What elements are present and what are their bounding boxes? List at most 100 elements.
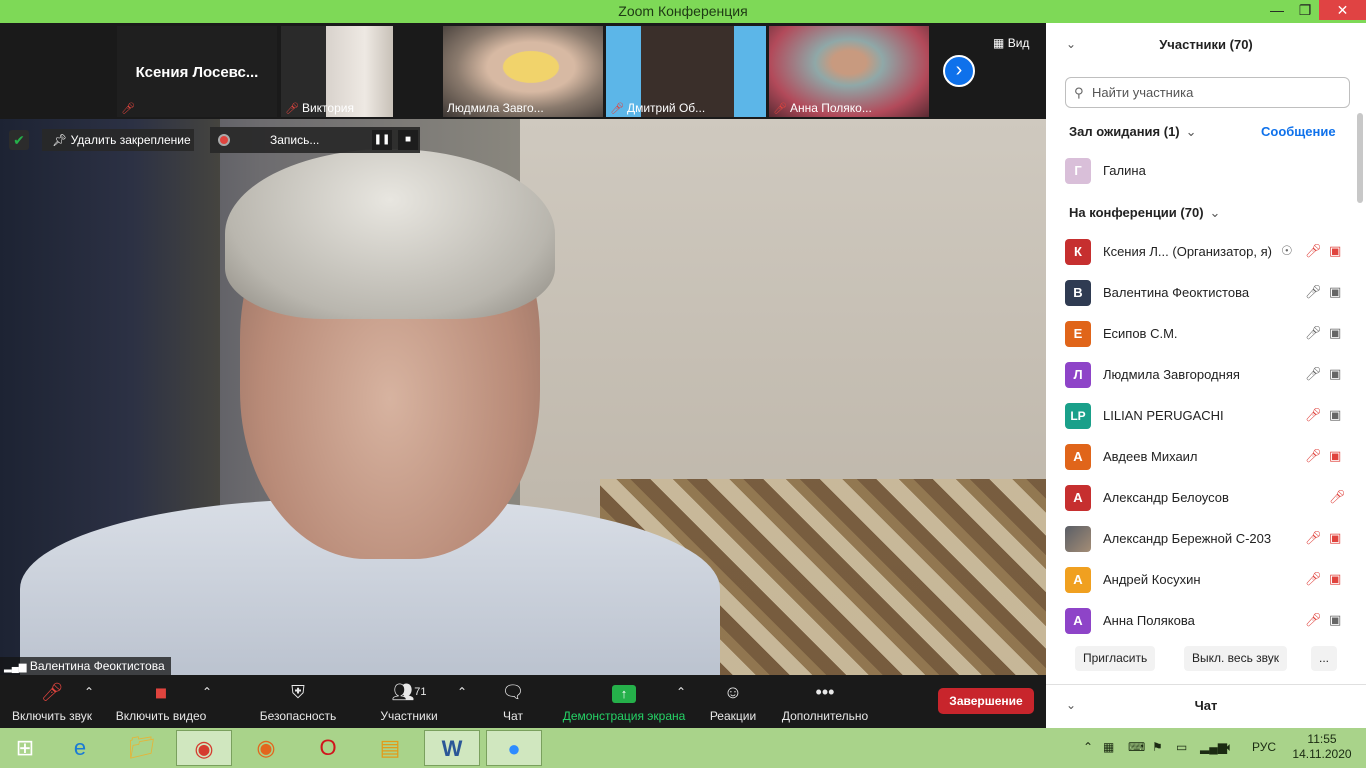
mic-muted-icon[interactable]: 🎤︎	[1329, 489, 1346, 505]
avatar: Е	[1065, 321, 1091, 347]
video-icon[interactable]: ▣	[1329, 612, 1341, 628]
participant-row[interactable]: LP LILIAN PERUGACHI 🎤︎ ▣	[1065, 403, 1350, 429]
view-button[interactable]: ▦ Вид	[993, 36, 1029, 50]
mic-muted-icon[interactable]: 🎤︎	[1305, 448, 1322, 464]
tray-expand-icon[interactable]: ⌃	[1083, 740, 1093, 754]
message-waiting-link[interactable]: Сообщение	[1261, 124, 1336, 139]
participant-name: Андрей Косухин	[1103, 572, 1201, 587]
volume-icon[interactable]: 🔈︎	[1226, 740, 1233, 755]
video-thumbnail[interactable]: 🎤︎ Виктория	[281, 26, 393, 117]
file-explorer-icon[interactable]: 📁︎	[114, 730, 170, 766]
mic-icon[interactable]: 🎤︎	[1305, 366, 1322, 382]
participant-row[interactable]: А Анна Полякова 🎤︎ ▣	[1065, 608, 1350, 634]
waiting-list-item[interactable]: Г Галина	[1065, 158, 1350, 184]
security-button[interactable]: ⛨ Безопасность	[258, 681, 338, 723]
network-icon[interactable]: ▂▄▆	[1200, 740, 1227, 754]
participants-button[interactable]: 👥︎71 Участники	[378, 681, 440, 723]
video-thumbnail[interactable]: 🎤︎ Дмитрий Об...	[606, 26, 766, 117]
system-clock[interactable]: 11:55 14.11.2020	[1290, 732, 1354, 762]
mic-muted-icon[interactable]: 🎤︎	[1305, 243, 1322, 259]
mic-muted-icon[interactable]: 🎤︎	[1305, 530, 1322, 546]
participant-row[interactable]: А Андрей Косухин 🎤︎ ▣	[1065, 567, 1350, 593]
host-icon: ☉	[1281, 243, 1293, 258]
mic-icon[interactable]: 🎤︎	[1305, 325, 1322, 341]
word-icon[interactable]: W	[424, 730, 480, 766]
language-indicator[interactable]: РУС	[1252, 740, 1276, 754]
minimize-button[interactable]: —	[1263, 0, 1291, 20]
video-thumbnail[interactable]: 🎤︎ Анна Поляко...	[769, 26, 929, 117]
archive-app-icon[interactable]: ▤	[362, 730, 418, 766]
participant-row[interactable]: А Авдеев Михаил 🎤︎ ▣	[1065, 444, 1350, 470]
participants-options-caret[interactable]: ⌃	[457, 685, 467, 699]
participant-row[interactable]: Е Есипов С.М. 🎤︎ ▣	[1065, 321, 1350, 347]
panel-more-button[interactable]: ...	[1311, 646, 1338, 671]
stop-recording-button[interactable]: ■	[398, 130, 418, 150]
mute-all-button[interactable]: Выкл. весь звук	[1184, 646, 1288, 671]
close-button[interactable]: ✕	[1319, 0, 1366, 20]
chat-button[interactable]: 🗨︎ Чат	[498, 681, 528, 723]
participant-name: Валентина Феоктистова	[1103, 285, 1250, 300]
video-off-icon[interactable]: ▣	[1329, 571, 1341, 587]
windows-logo-icon: ⊞	[15, 735, 35, 760]
recording-label: Запись...	[270, 133, 320, 147]
chrome-icon[interactable]: ◉	[176, 730, 232, 766]
participant-row[interactable]: А Александр Белоусов 🎤︎	[1065, 485, 1350, 511]
video-off-icon[interactable]: ▣	[1329, 448, 1341, 464]
battery-icon[interactable]: ▭	[1176, 740, 1187, 754]
participant-name: Авдеев Михаил	[1103, 449, 1198, 464]
video-thumbnail[interactable]: Людмила Завго...	[443, 26, 603, 117]
zoom-icon[interactable]: ●	[486, 730, 542, 766]
mic-muted-icon: 🎤︎	[285, 103, 299, 115]
panel-scrollbar[interactable]	[1357, 113, 1363, 203]
encryption-shield-icon[interactable]: ✔	[9, 130, 29, 150]
recording-indicator: Запись... ❚❚ ■	[210, 127, 420, 153]
video-off-icon[interactable]: ▣	[1329, 243, 1341, 259]
more-button[interactable]: ••• Дополнительно	[780, 681, 870, 723]
internet-explorer-icon[interactable]: e	[52, 730, 108, 766]
window-titlebar: Zoom Конференция — ❐ ✕	[0, 0, 1366, 23]
participant-row[interactable]: В Валентина Феоктистова 🎤︎ ▣	[1065, 280, 1350, 306]
next-page-button[interactable]: ›	[943, 55, 975, 87]
maximize-button[interactable]: ❐	[1291, 0, 1319, 20]
avatar: Г	[1065, 158, 1091, 184]
pause-recording-button[interactable]: ❚❚	[372, 130, 392, 150]
invite-button[interactable]: Пригласить	[1075, 646, 1156, 671]
unpin-button[interactable]: 📌︎ Удалить закрепление	[42, 129, 194, 151]
end-meeting-button[interactable]: Завершение	[938, 688, 1034, 714]
participant-row[interactable]: Александр Бережной С-203 🎤︎ ▣	[1065, 526, 1350, 552]
thumbnail-name-center: Ксения Лосевс...	[135, 64, 259, 81]
video-thumbnail[interactable]: Ксения Лосевс... 🎤︎	[117, 26, 277, 117]
start-button[interactable]: ⊞	[0, 730, 50, 766]
audio-options-caret[interactable]: ⌃	[84, 685, 94, 699]
mic-muted-icon[interactable]: 🎤︎	[1305, 571, 1322, 587]
participant-row[interactable]: Л Людмила Завгородняя 🎤︎ ▣	[1065, 362, 1350, 388]
participant-row[interactable]: К Ксения Л... (Организатор, я) ☉ 🎤︎ ▣	[1065, 239, 1350, 265]
share-screen-button[interactable]: ↑ Демонстрация экрана	[560, 681, 688, 723]
video-off-icon[interactable]: ▣	[1329, 530, 1341, 546]
in-meeting-header[interactable]: На конференции (70) ⌄	[1069, 205, 1220, 221]
opera-icon[interactable]: O	[300, 730, 356, 766]
mic-icon[interactable]: 🎤︎	[1305, 284, 1322, 300]
more-dots-icon: •••	[815, 682, 835, 702]
search-input[interactable]: ⚲ Найти участника	[1065, 77, 1350, 108]
video-icon[interactable]: ▣	[1329, 284, 1341, 300]
mic-muted-icon[interactable]: 🎤︎	[1305, 612, 1322, 628]
avatar: А	[1065, 444, 1091, 470]
thumbnail-name: 🎤︎	[121, 101, 273, 115]
flag-icon[interactable]: ⚑	[1152, 740, 1163, 754]
video-icon[interactable]: ▣	[1329, 325, 1341, 341]
video-icon[interactable]: ▣	[1329, 366, 1341, 382]
video-person	[225, 149, 555, 319]
unmute-button[interactable]: 🎤︎ Включить звук	[8, 681, 96, 723]
waiting-room-header[interactable]: Зал ожидания (1) ⌄	[1069, 124, 1197, 140]
reactions-button[interactable]: ☺ Реакции	[708, 681, 758, 723]
mic-muted-icon[interactable]: 🎤︎	[1305, 407, 1322, 423]
firefox-icon[interactable]: ◉	[238, 730, 294, 766]
video-icon[interactable]: ▣	[1329, 407, 1341, 423]
share-options-caret[interactable]: ⌃	[676, 685, 686, 699]
avatar: К	[1065, 239, 1091, 265]
start-video-button[interactable]: ◾ Включить видео	[112, 681, 210, 723]
video-options-caret[interactable]: ⌃	[202, 685, 212, 699]
tray-app-icon[interactable]: ▦	[1103, 740, 1114, 754]
keyboard-icon[interactable]: ⌨	[1128, 740, 1145, 754]
